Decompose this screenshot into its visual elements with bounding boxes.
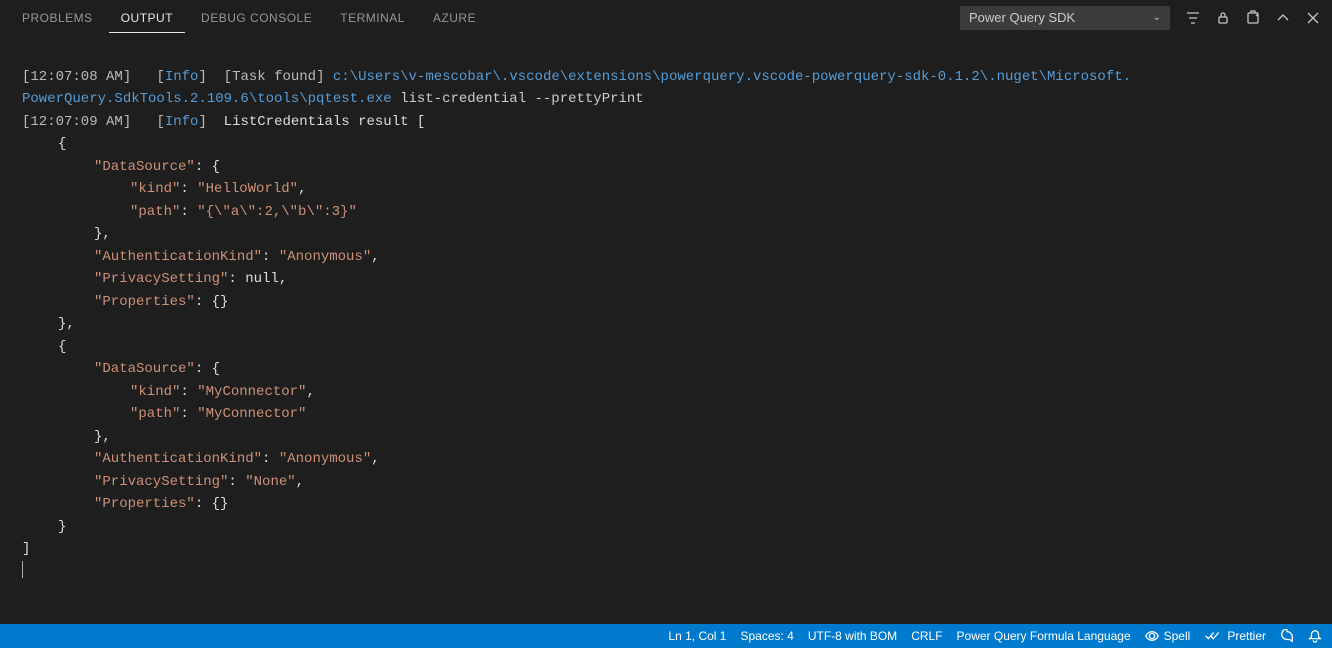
json-value: "MyConnector" bbox=[197, 384, 306, 400]
chevron-up-icon[interactable] bbox=[1274, 9, 1292, 27]
json-brace: }, bbox=[22, 226, 111, 242]
json-brace: }, bbox=[22, 429, 111, 445]
executable-path: c:\Users\v-mescobar\.vscode\extensions\p… bbox=[333, 69, 1131, 85]
tab-output[interactable]: OUTPUT bbox=[109, 3, 185, 33]
status-ln-col[interactable]: Ln 1, Col 1 bbox=[668, 629, 726, 643]
timestamp: [12:07:08 AM] bbox=[22, 69, 131, 85]
status-bar: Ln 1, Col 1 Spaces: 4 UTF-8 with BOM CRL… bbox=[0, 624, 1332, 648]
status-language[interactable]: Power Query Formula Language bbox=[957, 629, 1131, 643]
double-check-icon bbox=[1204, 629, 1222, 643]
tab-terminal[interactable]: TERMINAL bbox=[328, 3, 417, 32]
json-key: "AuthenticationKind" bbox=[94, 451, 262, 467]
output-channel-label: Power Query SDK bbox=[969, 10, 1075, 25]
status-spaces[interactable]: Spaces: 4 bbox=[740, 629, 793, 643]
panel-action-icons bbox=[1174, 9, 1322, 27]
json-key: "PrivacySetting" bbox=[94, 271, 228, 287]
log-level-info: Info bbox=[165, 69, 199, 85]
task-found-label: [Task found] bbox=[224, 69, 325, 85]
feedback-icon[interactable] bbox=[1280, 629, 1294, 643]
json-value: "None" bbox=[245, 474, 295, 490]
chevron-down-icon: ⌄ bbox=[1153, 12, 1161, 23]
tab-problems[interactable]: PROBLEMS bbox=[10, 3, 105, 32]
json-value: "HelloWorld" bbox=[197, 181, 298, 197]
status-spell[interactable]: Spell bbox=[1145, 629, 1191, 643]
json-key: "path" bbox=[130, 204, 180, 220]
json-brace: }, bbox=[22, 316, 75, 332]
json-value: "MyConnector" bbox=[197, 406, 306, 422]
json-brace: { bbox=[22, 136, 66, 152]
panel-tab-bar: PROBLEMS OUTPUT DEBUG CONSOLE TERMINAL A… bbox=[0, 0, 1332, 35]
json-key: "Properties" bbox=[94, 294, 195, 310]
json-brace: } bbox=[22, 519, 66, 535]
json-key: "kind" bbox=[130, 384, 180, 400]
json-key: "DataSource" bbox=[94, 361, 195, 377]
json-key: "kind" bbox=[130, 181, 180, 197]
json-brace: { bbox=[22, 339, 66, 355]
filter-icon[interactable] bbox=[1184, 9, 1202, 27]
status-encoding[interactable]: UTF-8 with BOM bbox=[808, 629, 897, 643]
json-key: "AuthenticationKind" bbox=[94, 249, 262, 265]
command-args: list-credential --prettyPrint bbox=[392, 91, 644, 107]
json-key: "Properties" bbox=[94, 496, 195, 512]
tab-debug-console[interactable]: DEBUG CONSOLE bbox=[189, 3, 324, 32]
lock-icon[interactable] bbox=[1214, 9, 1232, 27]
text-cursor bbox=[22, 561, 23, 578]
json-key: "path" bbox=[130, 406, 180, 422]
json-array-close: ] bbox=[22, 541, 30, 557]
timestamp: [12:07:09 AM] bbox=[22, 114, 131, 130]
executable-path: PowerQuery.SdkTools.2.109.6\tools\pqtest… bbox=[22, 91, 392, 107]
tab-azure[interactable]: AZURE bbox=[421, 3, 488, 32]
clear-output-icon[interactable] bbox=[1244, 9, 1262, 27]
eye-icon bbox=[1145, 629, 1159, 643]
output-panel[interactable]: [12:07:08 AM] [Info] [Task found] c:\Use… bbox=[0, 35, 1332, 624]
log-message: ListCredentials result [ bbox=[224, 114, 426, 130]
bell-icon[interactable] bbox=[1308, 629, 1322, 643]
close-icon[interactable] bbox=[1304, 9, 1322, 27]
output-channel-select[interactable]: Power Query SDK ⌄ bbox=[960, 6, 1170, 30]
json-value: "Anonymous" bbox=[279, 451, 371, 467]
json-value: null bbox=[245, 271, 279, 287]
json-value: "Anonymous" bbox=[279, 249, 371, 265]
status-prettier[interactable]: Prettier bbox=[1204, 629, 1266, 643]
json-key: "PrivacySetting" bbox=[94, 474, 228, 490]
log-level-info: Info bbox=[165, 114, 199, 130]
status-eol[interactable]: CRLF bbox=[911, 629, 942, 643]
json-key: "DataSource" bbox=[94, 159, 195, 175]
json-value: "{\"a\":2,\"b\":3}" bbox=[197, 204, 357, 220]
